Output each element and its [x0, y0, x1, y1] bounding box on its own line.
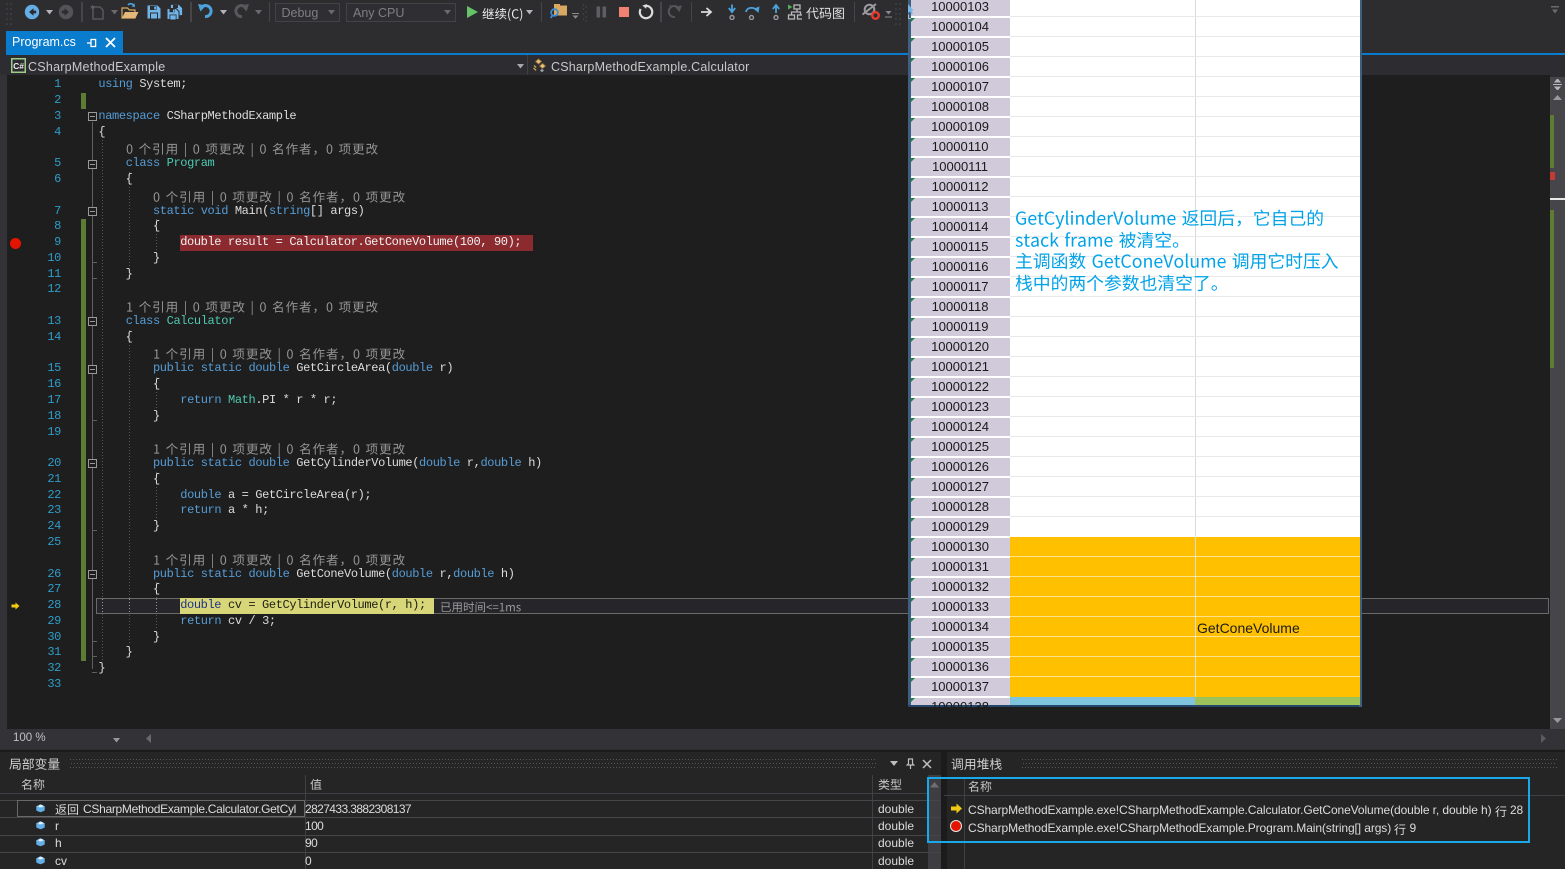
- svg-text:C#: C#: [13, 61, 24, 71]
